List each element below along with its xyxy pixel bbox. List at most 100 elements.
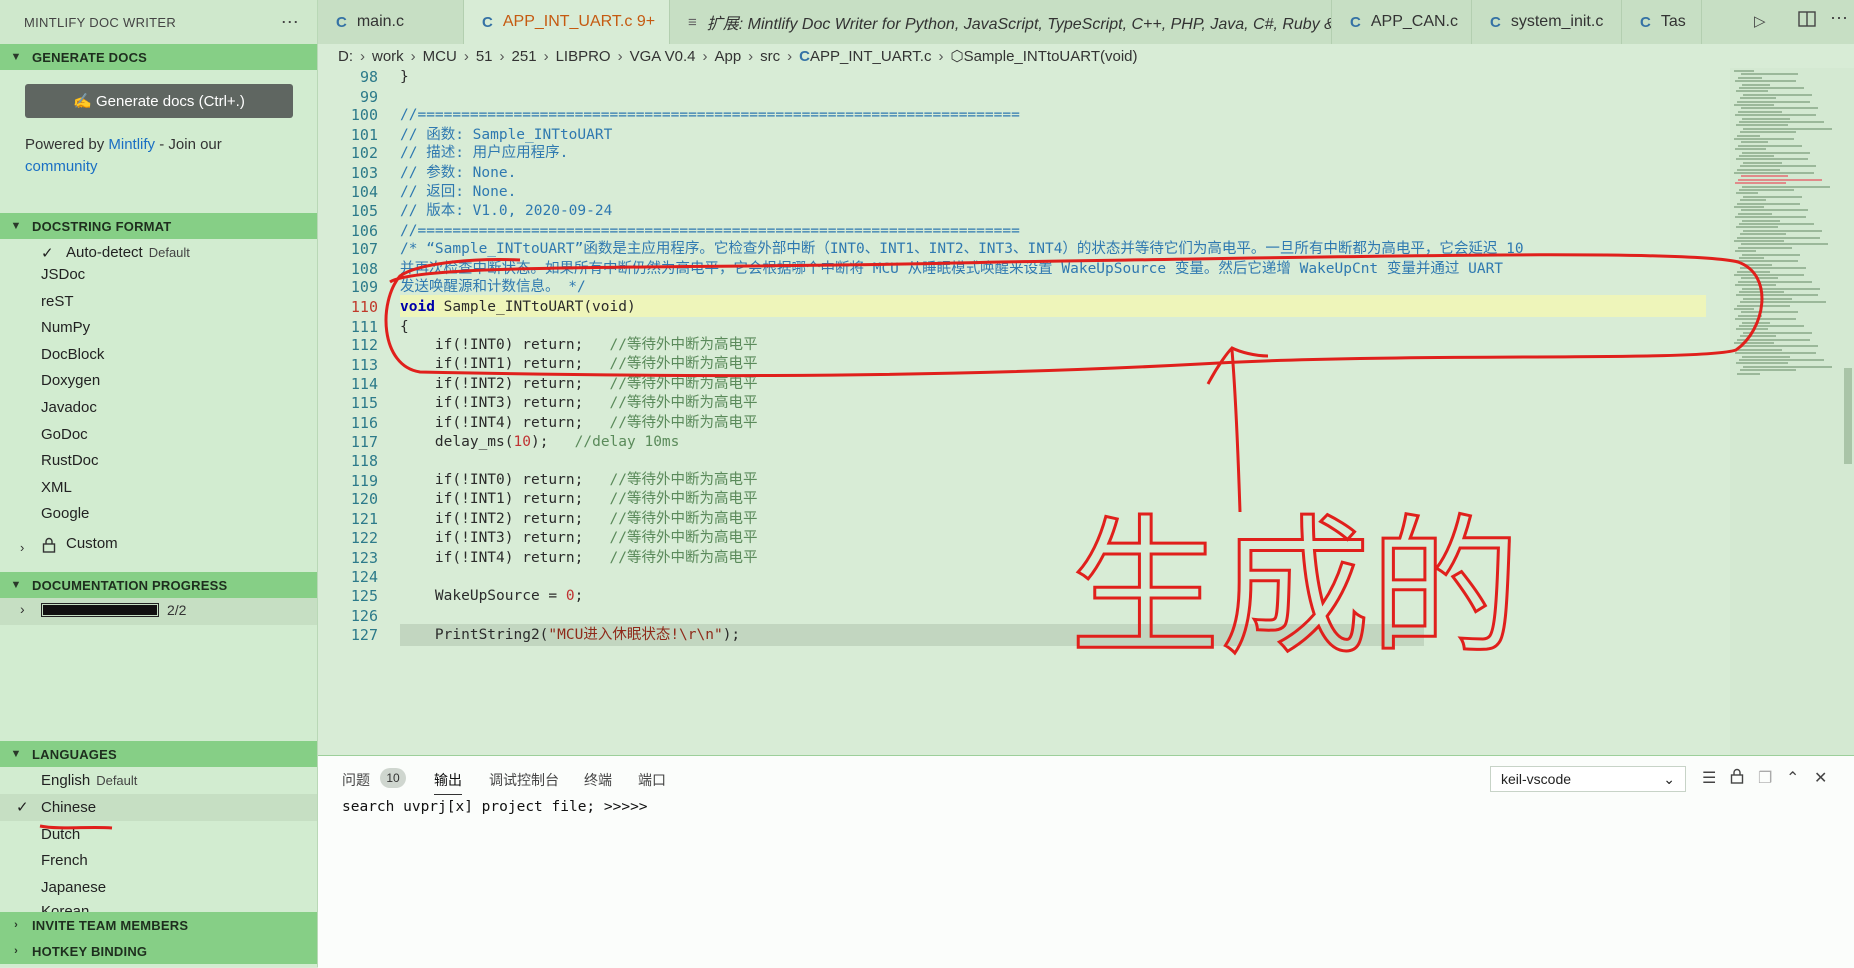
minimap-line bbox=[1740, 97, 1776, 100]
tab-tas[interactable]: C Tas bbox=[1622, 0, 1702, 44]
code-editor[interactable]: 98 99 100 101 102 103 104 105 106 107 108 109 110 111… bbox=[318, 68, 1854, 755]
breadcrumb-item[interactable]: App bbox=[714, 48, 741, 65]
breadcrumb-item[interactable]: LIBPRO bbox=[556, 48, 611, 65]
progress-bar bbox=[41, 603, 159, 617]
line-number: 118 bbox=[350, 452, 378, 470]
language-item-dutch[interactable]: Dutch bbox=[41, 822, 80, 848]
format-item-rustdoc[interactable]: RustDoc bbox=[41, 448, 99, 474]
minimap-line bbox=[1738, 76, 1762, 79]
minimap-line bbox=[1741, 141, 1768, 144]
breadcrumb-item[interactable]: 251 bbox=[512, 48, 537, 65]
section-languages[interactable]: ▼ LANGUAGES bbox=[0, 741, 317, 767]
close-panel-icon[interactable]: ✕ bbox=[1814, 768, 1827, 788]
language-item-japanese[interactable]: Japanese bbox=[41, 875, 106, 901]
panel-tab-debug-console[interactable]: 调试控制台 bbox=[489, 770, 559, 790]
minimap-line bbox=[1736, 362, 1788, 365]
format-item-doxygen[interactable]: Doxygen bbox=[41, 368, 100, 394]
breadcrumb-separator: › bbox=[499, 47, 505, 65]
format-item-xml[interactable]: XML bbox=[41, 475, 72, 501]
breadcrumb-item[interactable]: VGA V0.4 bbox=[630, 48, 696, 65]
code-line-109: 发送唤醒源和计数信息。 */ bbox=[400, 279, 586, 295]
format-item-numpy[interactable]: NumPy bbox=[41, 315, 90, 341]
minimap-line bbox=[1737, 100, 1810, 103]
minimap-line bbox=[1738, 178, 1822, 181]
minimap-line bbox=[1742, 321, 1770, 324]
code-line: if(!INT4) return; //等待外中断为高电平 bbox=[400, 549, 758, 566]
format-item-jsdoc[interactable]: JSDoc bbox=[41, 262, 85, 288]
chevron-right-icon[interactable]: › bbox=[20, 601, 25, 617]
minimap-line bbox=[1736, 328, 1768, 331]
section-invite-team[interactable]: › INVITE TEAM MEMBERS bbox=[0, 912, 317, 938]
clear-output-icon[interactable]: ☰ bbox=[1702, 768, 1716, 788]
chevron-up-icon[interactable]: ⌃ bbox=[1786, 768, 1799, 788]
breadcrumb-item[interactable]: D: bbox=[338, 48, 353, 65]
lock-icon[interactable] bbox=[1730, 768, 1744, 789]
language-item-korean[interactable]: Korean bbox=[41, 899, 89, 913]
generate-docs-button[interactable]: ✍ Generate docs (Ctrl+.) bbox=[25, 84, 293, 118]
section-hotkey-binding[interactable]: › HOTKEY BINDING bbox=[0, 938, 317, 964]
line-number: 101 bbox=[350, 126, 378, 144]
minimap-line bbox=[1743, 263, 1772, 266]
minimap[interactable] bbox=[1730, 68, 1854, 755]
format-item-javadoc[interactable]: Javadoc bbox=[41, 395, 97, 421]
section-generate-docs[interactable]: ▼ GENERATE DOCS bbox=[0, 44, 317, 70]
line-number: 117 bbox=[350, 433, 378, 451]
breadcrumb-item[interactable]: src bbox=[760, 48, 780, 65]
scrollbar-thumb[interactable] bbox=[1844, 368, 1852, 464]
chevron-right-icon[interactable]: › bbox=[20, 540, 24, 555]
community-link[interactable]: community bbox=[25, 158, 98, 175]
panel-tab-output[interactable]: 输出 bbox=[434, 770, 462, 795]
minimap-line bbox=[1736, 158, 1808, 161]
tab-app-can[interactable]: C APP_CAN.c bbox=[1332, 0, 1472, 44]
tab-main-c[interactable]: Cmain.c bbox=[318, 0, 464, 44]
split-editor-icon[interactable] bbox=[1798, 10, 1816, 33]
breadcrumb-separator: › bbox=[617, 47, 623, 65]
breadcrumb-item[interactable]: Sample_INTtoUART(void) bbox=[964, 48, 1138, 65]
line-number: 115 bbox=[350, 394, 378, 412]
minimap-line bbox=[1743, 297, 1792, 300]
panel-tab-problems[interactable]: 问题 bbox=[342, 770, 370, 790]
minimap-line bbox=[1735, 352, 1816, 355]
language-item-french[interactable]: French bbox=[41, 848, 88, 874]
tab-extension-mintlify[interactable]: ≡ 扩展: Mintlify Doc Writer for Python, Jav… bbox=[670, 0, 1332, 44]
more-actions-icon[interactable]: ⋯ bbox=[281, 12, 299, 33]
minimap-line bbox=[1742, 355, 1790, 358]
breadcrumb-separator: › bbox=[463, 47, 469, 65]
minimap-line bbox=[1739, 257, 1764, 259]
line-number: 98 bbox=[359, 68, 378, 86]
language-item-english[interactable]: English Default bbox=[41, 768, 137, 794]
minimap-line bbox=[1743, 229, 1822, 232]
line-number: 114 bbox=[350, 375, 378, 393]
chevron-down-icon: ▼ bbox=[10, 579, 22, 591]
format-item-docblock[interactable]: DocBlock bbox=[41, 342, 104, 368]
section-docstring-format[interactable]: ▼ DOCSTRING FORMAT bbox=[0, 213, 317, 239]
more-actions-icon[interactable]: ⋯ bbox=[1830, 8, 1848, 29]
output-channel-select[interactable]: keil-vscode ⌄ bbox=[1490, 766, 1686, 792]
minimap-line bbox=[1737, 168, 1780, 171]
format-item-rest[interactable]: reST bbox=[41, 289, 74, 315]
sidebar-title-bar: MINTLIFY DOC WRITER ⋯ bbox=[0, 0, 317, 44]
minimap-line bbox=[1735, 80, 1796, 83]
breadcrumb-item[interactable]: 51 bbox=[476, 48, 493, 65]
breadcrumb-item[interactable]: work bbox=[372, 48, 404, 65]
minimap-line bbox=[1734, 172, 1814, 174]
section-documentation-progress[interactable]: ▼ DOCUMENTATION PROGRESS bbox=[0, 572, 317, 598]
format-item-google[interactable]: Google bbox=[41, 501, 89, 527]
breadcrumb-item[interactable]: APP_INT_UART.c bbox=[810, 48, 931, 65]
code-area[interactable]: } //====================================… bbox=[400, 68, 1706, 755]
format-item-godoc[interactable]: GoDoc bbox=[41, 422, 88, 448]
problems-count-badge: 10 bbox=[380, 768, 406, 788]
run-icon[interactable]: ▷ bbox=[1754, 12, 1766, 30]
panel-tab-terminal[interactable]: 终端 bbox=[584, 770, 612, 790]
panel-tab-ports[interactable]: 端口 bbox=[638, 770, 666, 790]
output-text: search uvprj[x] project file; >>>>> bbox=[342, 799, 648, 815]
breadcrumb-item[interactable]: MCU bbox=[423, 48, 457, 65]
mintlify-link[interactable]: Mintlify bbox=[108, 136, 155, 153]
copy-icon[interactable]: ❐ bbox=[1758, 768, 1772, 788]
minimap-line bbox=[1740, 335, 1776, 338]
format-item-custom[interactable]: Custom bbox=[66, 531, 118, 557]
language-item-chinese[interactable]: Chinese bbox=[41, 795, 96, 821]
minimap-line bbox=[1734, 138, 1794, 140]
tab-system-init[interactable]: Csystem_init.c bbox=[1472, 0, 1622, 44]
tab-app-int-uart[interactable]: CAPP_INT_UART.c 9+✕ bbox=[464, 0, 670, 44]
